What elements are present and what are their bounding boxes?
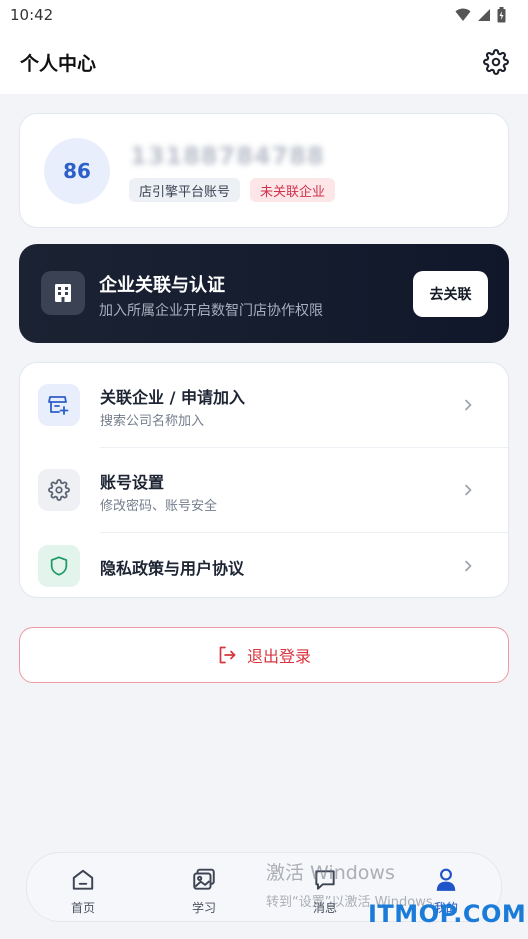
phone-number: 13188784788 (130, 142, 325, 170)
logout-label: 退出登录 (246, 647, 311, 666)
chevron-right-icon (465, 560, 472, 572)
battery-icon (497, 7, 506, 23)
tab-label: 学习 (191, 901, 216, 915)
avatar[interactable]: 86 (44, 138, 110, 204)
profile-card: 86 13188784788 店引擎平台账号 未关联企业 (19, 113, 509, 228)
status-badge: 未关联企业 (250, 178, 336, 202)
logout-icon (219, 646, 236, 664)
building-icon (41, 271, 85, 315)
menu-item-subtitle: 搜索公司名称加入 (100, 414, 205, 429)
enterprise-banner: 企业关联与认证 加入所属企业开启数智门店协作权限 去关联 (19, 244, 509, 343)
menu-card: 关联企业 / 申请加入 搜索公司名称加入 账号设置 修改密码、账号安全 隐私政策… (19, 362, 509, 598)
profile-tags: 店引擎平台账号 未关联企业 (129, 178, 336, 202)
tab-profile[interactable]: 我的 (411, 867, 481, 916)
image-icon (193, 868, 215, 890)
status-icons (455, 7, 506, 23)
menu-item-account-settings[interactable]: 账号设置 修改密码、账号安全 (20, 448, 508, 532)
menu-item-link-enterprise[interactable]: 关联企业 / 申请加入 搜索公司名称加入 (20, 363, 508, 447)
chevron-right-icon (465, 399, 472, 411)
bottom-tab-bar: 首页 学习 消息 我的 (26, 852, 502, 922)
tab-label: 我的 (433, 901, 458, 915)
tab-learn[interactable]: 学习 (169, 867, 239, 916)
gear-icon (483, 49, 509, 75)
status-bar: 10:42 (0, 0, 528, 30)
banner-subtitle: 加入所属企业开启数智门店协作权限 (99, 303, 323, 319)
wifi-icon (455, 8, 471, 21)
menu-item-privacy-policy[interactable]: 隐私政策与用户协议 (20, 533, 508, 599)
avatar-text: 86 (63, 159, 91, 183)
tab-label: 消息 (312, 901, 337, 915)
message-icon (315, 870, 335, 890)
gear-icon (38, 469, 80, 511)
chevron-right-icon (465, 484, 472, 496)
app-header: 个人中心 (0, 30, 528, 94)
menu-item-title: 隐私政策与用户协议 (100, 559, 245, 578)
settings-button[interactable] (480, 46, 512, 78)
shield-icon (38, 545, 80, 587)
store-add-icon (38, 384, 80, 426)
menu-item-title: 账号设置 (100, 473, 165, 492)
logout-button[interactable]: 退出登录 (19, 627, 509, 683)
account-type-badge: 店引擎平台账号 (129, 178, 241, 202)
page-title: 个人中心 (20, 52, 97, 75)
tab-home[interactable]: 首页 (48, 867, 118, 916)
tab-messages[interactable]: 消息 (290, 867, 360, 916)
banner-title: 企业关联与认证 (99, 275, 225, 296)
menu-item-subtitle: 修改密码、账号安全 (100, 499, 218, 514)
signal-icon (478, 9, 490, 21)
status-time: 10:42 (10, 6, 54, 24)
menu-item-title: 关联企业 / 申请加入 (100, 388, 245, 407)
home-icon (72, 869, 94, 890)
tab-label: 首页 (70, 901, 95, 915)
link-enterprise-button[interactable]: 去关联 (413, 271, 488, 317)
user-icon (436, 868, 456, 891)
